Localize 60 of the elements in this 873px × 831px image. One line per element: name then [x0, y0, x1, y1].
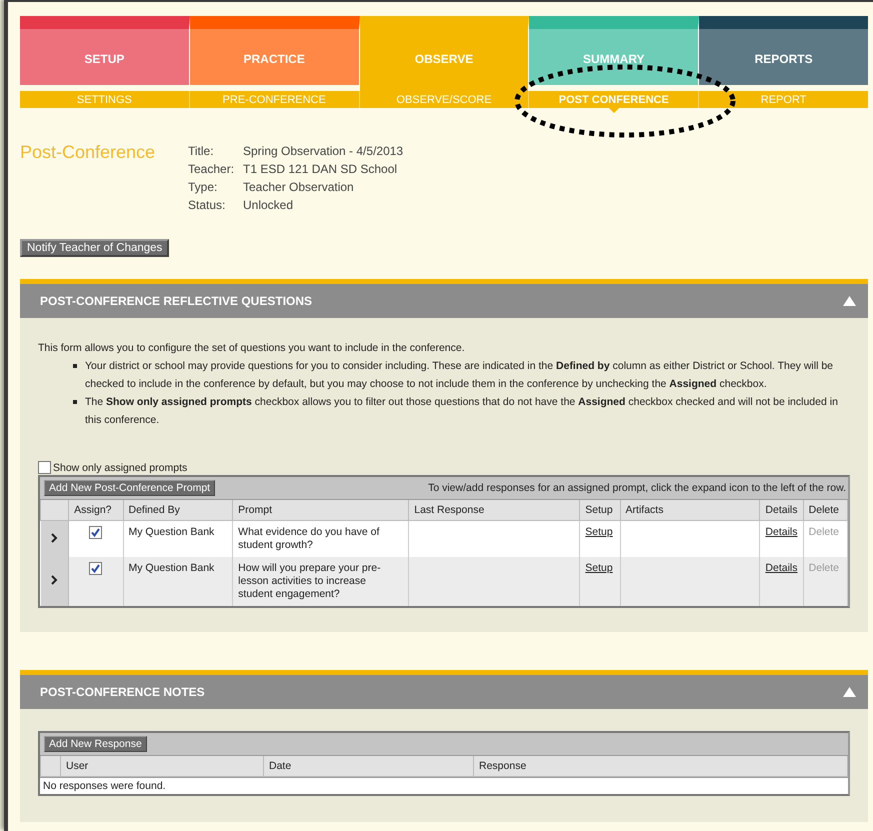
bullet-icon: [73, 364, 77, 368]
section-title: POST-CONFERENCE REFLECTIVE QUESTIONS: [40, 294, 312, 308]
notify-button[interactable]: Notify Teacher of Changes: [20, 239, 170, 257]
details-link[interactable]: Details: [765, 526, 798, 538]
table-cell: My Question Bank: [123, 557, 233, 606]
nav-tab[interactable]: SETUP: [20, 16, 190, 85]
checkbox[interactable]: [89, 562, 102, 575]
column-header: Setup: [580, 500, 620, 520]
collapse-icon[interactable]: [843, 296, 856, 306]
table-cell: How will you prepare your pre-lesson activities to increase student engagement?: [232, 557, 409, 606]
delete-link: Delete: [808, 526, 840, 538]
column-header: Defined By: [123, 500, 233, 520]
checkbox[interactable]: [38, 461, 51, 474]
nav-tab[interactable]: SUMMARY: [529, 16, 700, 85]
detail-label: Teacher:: [188, 161, 236, 178]
sub-nav-tab[interactable]: REPORT: [699, 91, 868, 108]
table-cell: What evidence do you have of student growth?: [232, 520, 409, 557]
detail-label: Type:: [188, 179, 218, 196]
detail-value: T1 ESD 121 DAN SD School: [243, 161, 398, 178]
checkbox-label: Show only assigned prompts: [53, 462, 188, 474]
detail-value: Spring Observation - 4/5/2013: [243, 143, 404, 160]
section-title: POST-CONFERENCE NOTES: [40, 685, 205, 699]
column-header: Date: [264, 756, 474, 776]
detail-label: Title:: [188, 143, 215, 160]
nav-tab[interactable]: OBSERVE: [360, 16, 530, 91]
column-header: Artifacts: [620, 500, 760, 520]
detail-value: Teacher Observation: [243, 179, 355, 196]
add-prompt-button[interactable]: Add New Post-Conference Prompt: [44, 480, 216, 496]
bullet-icon: [73, 400, 77, 404]
sub-nav-tab[interactable]: SETTINGS: [20, 91, 190, 108]
column-header: Last Response: [408, 500, 580, 520]
collapse-icon[interactable]: [843, 687, 856, 697]
column-header: Prompt: [232, 500, 409, 520]
nav-tab[interactable]: REPORTS: [699, 16, 868, 85]
nav-tab[interactable]: PRACTICE: [190, 16, 360, 85]
sub-nav-tab[interactable]: POST CONFERENCE: [529, 91, 700, 108]
detail-label: Status:: [188, 197, 226, 214]
checkbox[interactable]: [89, 526, 102, 539]
delete-link: Delete: [808, 562, 840, 574]
setup-link[interactable]: Setup: [585, 526, 613, 538]
table-cell: My Question Bank: [123, 520, 233, 557]
bullet-text: Your district or school may provide questions for you to consider including. These are indicated in the Defined by column as either District or School. They will be checked to include in the conference by default, but you may choose to not include them in the conference by unchecking the Assigned checkbox.: [85, 359, 834, 392]
column-header: Delete: [803, 500, 848, 520]
add-response-button[interactable]: Add New Response: [44, 736, 147, 752]
intro-text: This form allows you to configure the set of questions you want to include in the conference.: [38, 341, 466, 356]
bullet-text: The Show only assigned prompts checkbox allows you to filter out those questions that do not have the Assigned checkbox checked and will not be included in this conference.: [85, 395, 839, 428]
column-header: User: [60, 756, 264, 776]
page-title: Post-Conference: [20, 142, 156, 164]
column-header: Assign?: [68, 500, 123, 520]
column-header: Details: [760, 500, 804, 520]
hint-text: To view/add responses for an assigned prompt, click the expand icon to the left of the row.: [428, 482, 846, 494]
setup-link[interactable]: Setup: [585, 562, 613, 574]
column-header: Response: [474, 756, 848, 776]
sub-nav-tab[interactable]: OBSERVE/SCORE: [360, 91, 530, 108]
empty-message: No responses were found.: [40, 777, 848, 794]
chevron-right-icon[interactable]: [50, 532, 58, 542]
sub-nav-tab[interactable]: PRE-CONFERENCE: [190, 91, 360, 108]
details-link[interactable]: Details: [765, 562, 798, 574]
chevron-right-icon[interactable]: [50, 575, 58, 585]
detail-value: Unlocked: [243, 197, 294, 214]
